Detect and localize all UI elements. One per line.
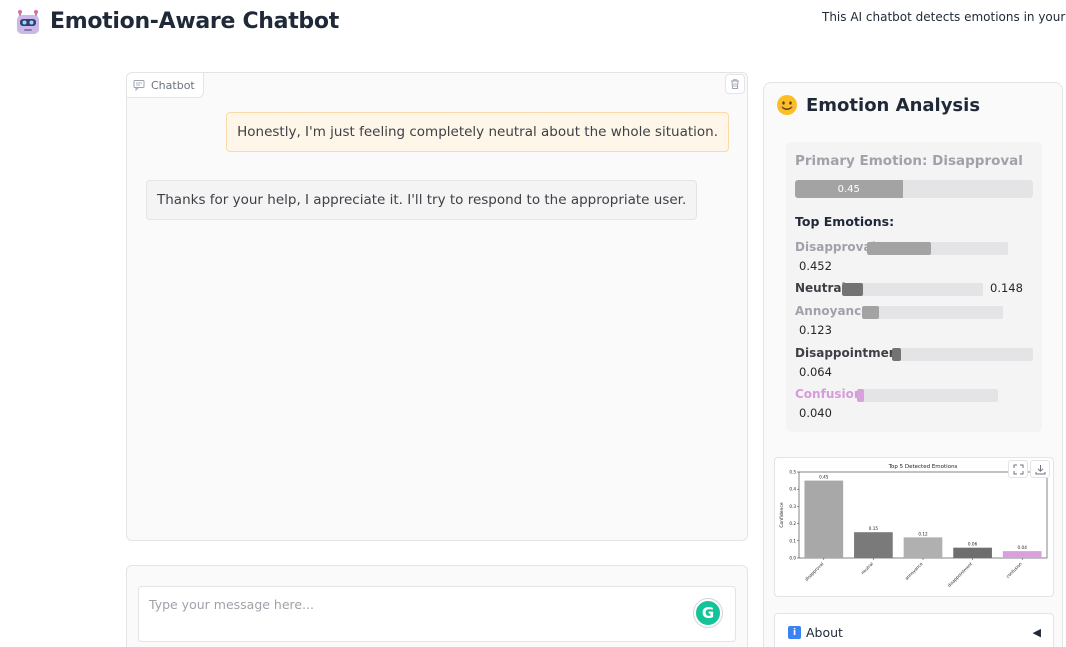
primary-emotion-fill: 0.45 xyxy=(795,180,903,198)
user-message: Honestly, I'm just feeling completely ne… xyxy=(226,112,729,152)
message-input[interactable] xyxy=(138,586,736,642)
bar-annoyance xyxy=(903,537,943,558)
info-icon: i xyxy=(788,626,801,639)
emotion-bar-annoyance xyxy=(862,306,1003,319)
bar-value-label: 0.45 xyxy=(819,475,829,480)
bar-disapproval xyxy=(804,480,844,558)
emotion-bar-chart: Top 5 Detected Emotions Confidence 0.0 0.1 0… xyxy=(779,464,1048,588)
emotion-value: 0.123 xyxy=(799,323,832,337)
emotion-bar-neutral xyxy=(842,283,983,296)
chatbot-label: Chatbot xyxy=(127,73,204,98)
about-label: About xyxy=(806,625,843,640)
page-title: Emotion-Aware Chatbot xyxy=(50,9,339,34)
bar-value-label: 0.04 xyxy=(1018,545,1028,550)
download-button[interactable] xyxy=(1030,460,1050,478)
emotion-fill xyxy=(857,389,865,402)
emotion-fill xyxy=(862,306,880,319)
primary-emotion-label: Primary Emotion: Disapproval xyxy=(795,153,1023,169)
robot-icon xyxy=(17,10,39,34)
chart-toolbar xyxy=(1008,460,1050,478)
fullscreen-button[interactable] xyxy=(1008,460,1028,478)
emotion-analysis-heading: Emotion Analysis xyxy=(776,94,980,116)
emotion-bar-disapproval xyxy=(867,242,1008,255)
emotion-analysis-title: Emotion Analysis xyxy=(806,94,981,116)
bot-message: Thanks for your help, I appreciate it. I… xyxy=(146,180,698,220)
input-panel: G xyxy=(126,565,748,647)
download-icon xyxy=(1035,464,1045,474)
y-tick-label: 0.1 xyxy=(789,538,796,543)
emotion-chart: Top 5 Detected Emotions Confidence 0.0 0.1 0… xyxy=(774,457,1054,597)
bar-value-label: 0.12 xyxy=(918,531,928,536)
x-tick-label: confusion xyxy=(1005,561,1023,579)
chart-title: Top 5 Detected Emotions xyxy=(888,464,958,470)
clear-chat-button[interactable] xyxy=(725,74,745,94)
emotion-bar-disappointment xyxy=(892,348,1033,361)
about-accordion[interactable]: i About ◀ xyxy=(774,613,1054,647)
emotion-card: Primary Emotion: Disapproval 0.45 Top Em… xyxy=(786,142,1042,432)
y-tick-label: 0.5 xyxy=(789,470,796,475)
grammarly-icon[interactable]: G xyxy=(694,599,722,627)
y-tick-label: 0.0 xyxy=(789,556,796,561)
emotion-value: 0.148 xyxy=(990,281,1023,295)
x-tick-label: disappointment xyxy=(947,561,974,588)
emotion-fill xyxy=(892,348,902,361)
x-tick-label: annoyance xyxy=(904,561,924,581)
fullscreen-icon xyxy=(1013,464,1023,474)
chat-bubble-icon xyxy=(133,80,145,91)
smiling-face-icon xyxy=(777,95,797,115)
emotion-label-disappointment: Disappointment: xyxy=(795,346,908,360)
top-emotions-title: Top Emotions: xyxy=(795,214,895,229)
y-tick-label: 0.4 xyxy=(789,487,796,492)
x-tick-label: disapproval xyxy=(804,561,825,582)
bar-confusion xyxy=(1002,551,1042,558)
emotion-fill xyxy=(867,242,931,255)
y-axis-label: Confidence xyxy=(779,502,785,528)
y-tick-label: 0.2 xyxy=(789,521,796,526)
primary-emotion-bar: 0.45 xyxy=(795,180,1033,198)
bar-value-label: 0.15 xyxy=(869,526,879,531)
collapse-caret-icon: ◀ xyxy=(1032,626,1041,639)
emotion-bar-confusion xyxy=(857,389,998,402)
bar-value-label: 0.06 xyxy=(968,542,978,547)
app-description: This AI chatbot detects emotions in your… xyxy=(822,10,1066,24)
y-tick-label: 0.3 xyxy=(789,504,796,509)
emotion-analysis-panel: Emotion Analysis Primary Emotion: Disapp… xyxy=(763,82,1063,647)
emotion-fill xyxy=(842,283,863,296)
trash-icon xyxy=(731,79,739,89)
bar-neutral xyxy=(854,532,893,558)
emotion-value: 0.064 xyxy=(799,365,832,379)
bar-disappointment xyxy=(953,547,992,558)
emotion-value: 0.040 xyxy=(799,406,832,420)
emotion-value: 0.452 xyxy=(799,259,832,273)
chatbot-panel: Chatbot Honestly, I'm just feeling compl… xyxy=(126,72,748,541)
chatbot-label-text: Chatbot xyxy=(151,78,195,92)
x-tick-label: neutral xyxy=(860,561,874,575)
